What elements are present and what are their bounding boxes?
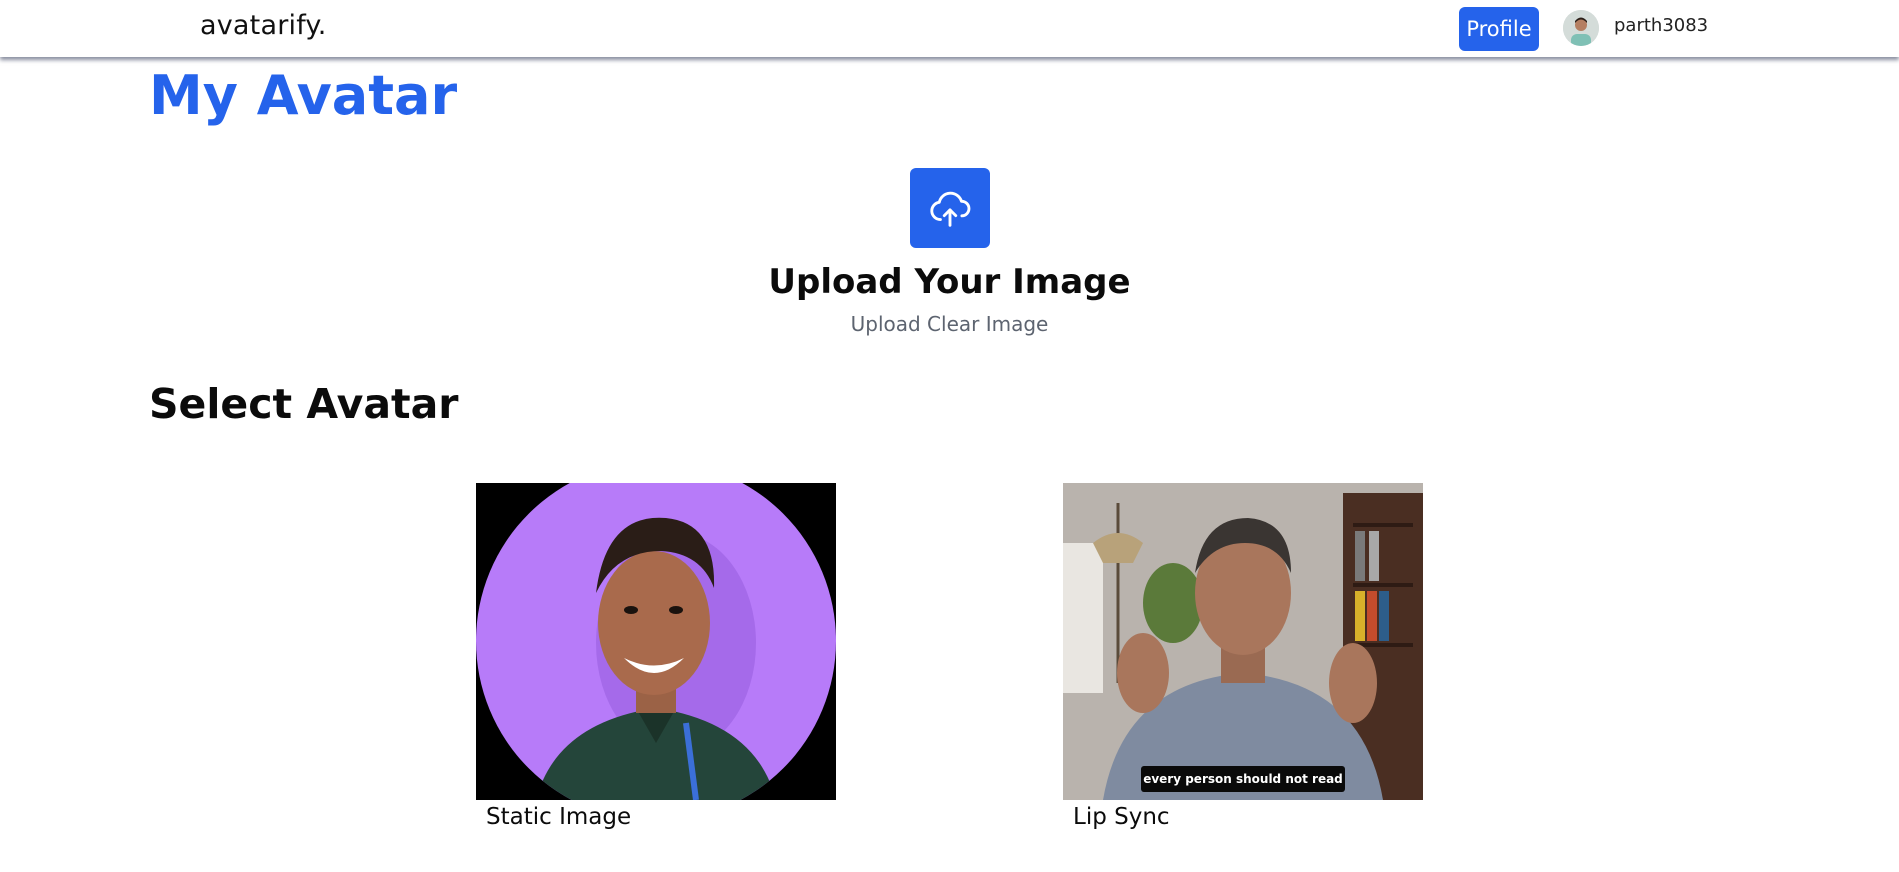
upload-button[interactable] [910,168,990,248]
upload-subtitle: Upload Clear Image [850,312,1049,336]
upload-title: Upload Your Image [768,262,1131,302]
profile-button[interactable]: Profile [1459,7,1539,51]
avatar-option-static[interactable]: Static Image [476,483,836,830]
lipsync-avatar-image: every person should not read [1063,483,1423,800]
cloud-upload-icon [930,191,971,227]
brand-logo[interactable]: avatarify. [200,10,327,41]
avatar-option-lipsync[interactable]: every person should not read Lip Sync [1063,483,1423,830]
top-navbar: avatarify. Profile parth3083 [0,0,1899,57]
user-avatar[interactable] [1563,10,1599,46]
avatar-option-label: Static Image [486,804,632,830]
select-avatar-title: Select Avatar [149,380,459,428]
avatar-image [1563,10,1599,46]
username-label[interactable]: parth3083 [1614,15,1708,36]
lipsync-caption: every person should not read [1143,772,1343,786]
page-title: My Avatar [149,64,458,127]
static-avatar-image [476,483,836,800]
avatar-option-label: Lip Sync [1073,804,1170,830]
